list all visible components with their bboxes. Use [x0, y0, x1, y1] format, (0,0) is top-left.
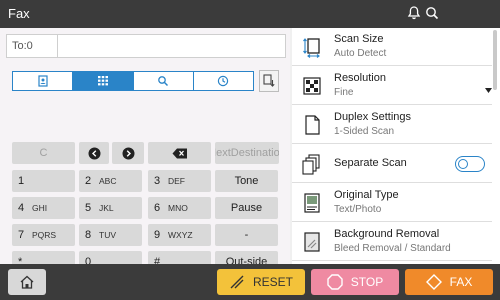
key-5[interactable]: 5 JKL	[79, 197, 142, 219]
key-3[interactable]: 3 DEF	[148, 170, 211, 192]
home-icon	[20, 275, 34, 289]
home-button[interactable]	[8, 269, 46, 295]
key-2[interactable]: 2 ABC	[79, 170, 142, 192]
setting-resolution[interactable]: Resolution Fine	[292, 67, 492, 105]
scan-size-icon	[302, 36, 322, 58]
clock-icon	[218, 75, 229, 87]
search-icon	[158, 76, 169, 87]
key-number: 9	[154, 229, 161, 241]
destination-count: To:0	[12, 40, 33, 52]
title-bar: Fax	[0, 0, 500, 28]
setting-title: Original Type	[334, 189, 399, 201]
setting-value: Bleed Removal / Standard	[334, 243, 451, 254]
key-letters: ABC	[99, 176, 117, 186]
destination-divider	[57, 35, 58, 57]
stop-label: STOP	[350, 275, 384, 289]
reset-label: RESET	[252, 275, 293, 289]
key-number: 3	[154, 175, 161, 187]
key-letters: PQRS	[32, 230, 57, 240]
setting-duplex[interactable]: Duplex Settings 1-Sided Scan	[292, 106, 492, 144]
setting-scan-size[interactable]: Scan Size Auto Detect	[292, 28, 492, 66]
stop-icon	[327, 274, 343, 290]
bell-icon[interactable]	[406, 5, 422, 21]
key-number: 6	[154, 202, 161, 214]
key-6[interactable]: 6 MNO	[148, 197, 211, 219]
page-title: Fax	[8, 6, 30, 21]
key-number: 2	[85, 175, 92, 187]
fax-start-button[interactable]: FAX	[405, 269, 493, 295]
background-removal-icon	[302, 231, 322, 253]
separate-scan-icon	[302, 153, 322, 175]
key-7[interactable]: 7 PQRS	[12, 224, 75, 246]
key-9[interactable]: 9 WXYZ	[148, 224, 211, 246]
bottom-bar: RESET STOP FAX	[0, 264, 500, 300]
setting-title: Duplex Settings	[334, 111, 412, 123]
fax-label: FAX	[449, 275, 473, 289]
tab-keypad[interactable]	[73, 72, 134, 90]
key-number: 4	[18, 202, 25, 214]
dash-key[interactable]: -	[215, 224, 278, 246]
cursor-right-key[interactable]	[112, 142, 144, 164]
key-letters: TUV	[99, 230, 116, 240]
stop-button[interactable]: STOP	[311, 269, 399, 295]
setting-separate-scan[interactable]: Separate Scan	[292, 145, 492, 183]
duplex-icon	[302, 114, 322, 136]
setting-background-removal[interactable]: Background Removal Bleed Removal / Stand…	[292, 223, 492, 261]
setting-value: Fine	[334, 87, 354, 98]
tone-key[interactable]: Tone	[215, 170, 278, 192]
backspace-key[interactable]	[148, 142, 211, 164]
settings-panel: Scan Size Auto Detect Resolution Fine Du…	[292, 28, 500, 264]
key-letters: GHI	[32, 203, 48, 213]
key-number: 1	[18, 175, 25, 187]
destination-panel: To:0 C NextDestination 1	[0, 28, 290, 273]
original-type-icon	[302, 192, 322, 214]
clear-key[interactable]: C	[12, 142, 75, 164]
setting-title: Separate Scan	[334, 157, 407, 169]
setting-value: Auto Detect	[334, 48, 387, 59]
next-destination-key[interactable]: NextDestination	[215, 142, 279, 164]
setting-title: Background Removal	[334, 228, 440, 240]
toggle-knob	[458, 158, 468, 169]
destination-tabs	[12, 71, 254, 91]
arrow-left-icon	[88, 147, 100, 159]
settings-scrollbar[interactable]	[493, 30, 497, 90]
cursor-left-key[interactable]	[79, 142, 109, 164]
key-number: 8	[85, 229, 92, 241]
setting-title: Scan Size	[334, 33, 384, 45]
key-number: 5	[85, 202, 92, 214]
key-4[interactable]: 4 GHI	[12, 197, 75, 219]
key-letters: WXYZ	[168, 230, 193, 240]
setting-value: 1-Sided Scan	[334, 126, 395, 137]
reset-icon	[229, 274, 245, 290]
resolution-icon	[302, 75, 322, 97]
backspace-icon	[172, 148, 187, 158]
key-letters: MNO	[168, 203, 188, 213]
key-number: 7	[18, 229, 25, 241]
setting-original-type[interactable]: Original Type Text/Photo	[292, 184, 492, 222]
destination-field[interactable]: To:0	[6, 34, 286, 58]
setting-value: Text/Photo	[334, 204, 382, 215]
sort-button[interactable]	[259, 70, 279, 92]
arrow-right-icon	[122, 147, 134, 159]
keypad-icon	[97, 76, 108, 86]
key-letters: JKL	[99, 203, 114, 213]
dropdown-arrow-icon	[485, 81, 492, 99]
pause-key[interactable]: Pause	[215, 197, 278, 219]
key-letters: DEF	[168, 176, 185, 186]
tab-search[interactable]	[134, 72, 194, 90]
start-icon	[425, 274, 442, 290]
setting-title: Resolution	[334, 72, 386, 84]
search-icon[interactable]	[424, 5, 440, 21]
separate-scan-toggle[interactable]	[455, 156, 485, 172]
tab-history[interactable]	[194, 72, 253, 90]
address-book-icon	[38, 75, 48, 87]
tab-address-book[interactable]	[13, 72, 74, 90]
reset-button[interactable]: RESET	[217, 269, 305, 295]
key-8[interactable]: 8 TUV	[79, 224, 142, 246]
key-1[interactable]: 1	[12, 170, 75, 192]
sort-down-icon	[263, 74, 275, 87]
